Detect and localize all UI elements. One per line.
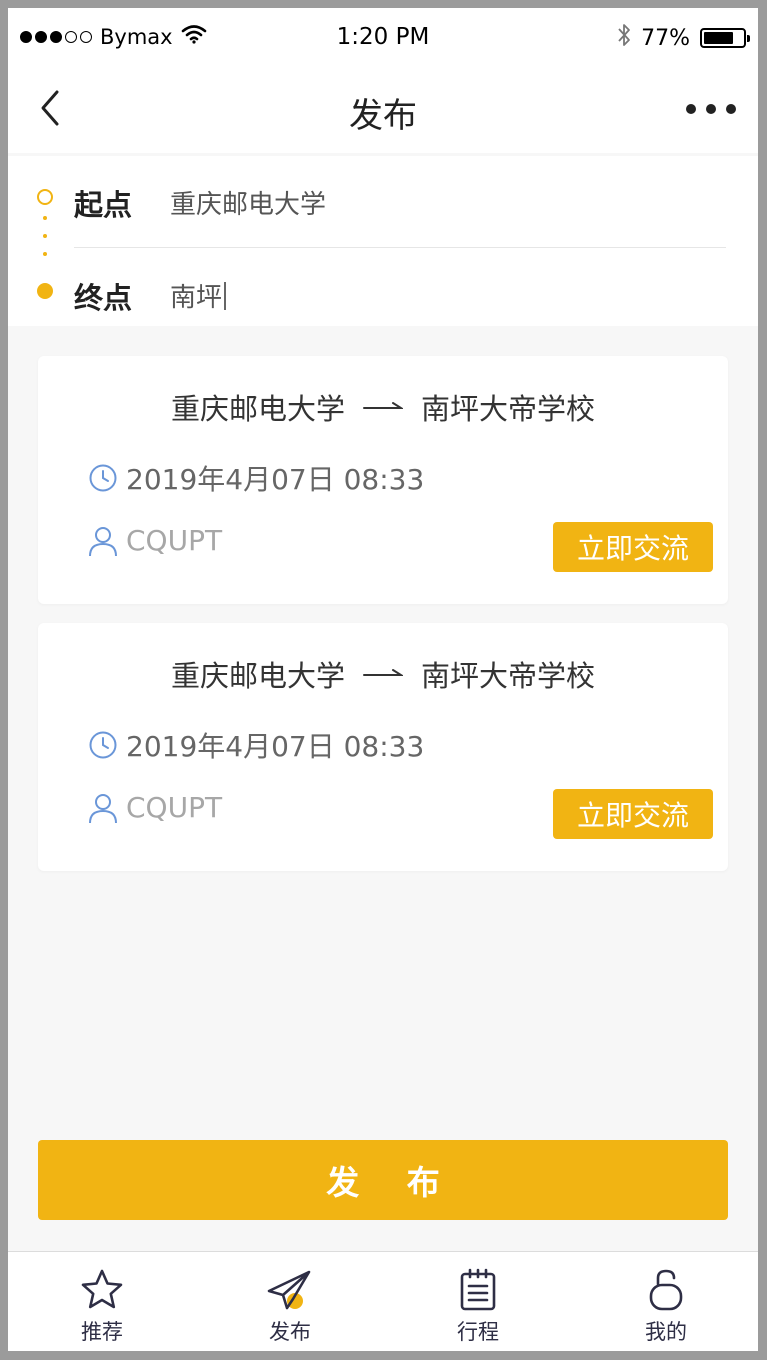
start-input[interactable]: 重庆邮电大学 [170,184,710,221]
user-icon [88,792,118,824]
tab-mine[interactable]: 我的 [572,1252,758,1351]
trip-card: 重庆邮电大学 南坪大帝学校 2019年4月07日 08:33 CQUPT 立即交… [38,356,728,604]
end-label: 终点 [74,281,133,315]
user-name: CQUPT [126,791,223,824]
arrow-right-icon [363,667,403,681]
end-input-value: 南坪 [170,283,223,313]
card-user: CQUPT [88,524,222,557]
paper-plane-icon [196,1268,384,1312]
page-title: 发布 [349,96,417,136]
more-button[interactable] [686,94,736,124]
arrow-right-icon [363,400,403,414]
nav-bar: 发布 [8,68,758,153]
route-from: 重庆邮电大学 [170,659,345,693]
tab-recommend[interactable]: 推荐 [8,1252,196,1351]
user-icon [572,1268,758,1312]
route-form: 起点 重庆邮电大学 终点 南坪 [8,156,758,326]
clock-icon [88,463,118,493]
card-time: 2019年4月07日 08:33 [88,725,424,765]
card-route: 重庆邮电大学 南坪大帝学校 [38,386,728,428]
chat-now-button[interactable]: 立即交流 [553,522,713,572]
start-label: 起点 [74,188,133,222]
trip-time: 2019年4月07日 08:33 [126,463,425,496]
user-icon [88,525,118,557]
status-right: 77% [617,22,750,54]
trip-card: 重庆邮电大学 南坪大帝学校 2019年4月07日 08:33 CQUPT 立即交… [38,623,728,871]
notepad-icon [384,1268,572,1312]
chat-now-button[interactable]: 立即交流 [553,789,713,839]
tab-trips[interactable]: 行程 [384,1252,572,1351]
card-user: CQUPT [88,791,222,824]
card-time: 2019年4月07日 08:33 [88,458,424,498]
end-point-icon [37,283,53,299]
star-icon [8,1268,196,1312]
text-caret [224,282,227,310]
route-to: 南坪大帝学校 [421,392,596,426]
phone-screen: Bymax 1:20 PM 77% 发布 起点 重庆邮电大学 终点 南坪 重庆邮… [8,8,758,1351]
tab-bar: 推荐 发布 行程 我的 [8,1251,758,1351]
end-input[interactable]: 南坪 [170,277,710,314]
route-to: 南坪大帝学校 [421,659,596,693]
tab-label: 行程 [457,1320,499,1344]
end-row: 终点 南坪 [8,241,758,326]
user-name: CQUPT [126,524,223,557]
tab-label: 发布 [269,1320,311,1344]
battery-percent: 77% [641,25,690,51]
bluetooth-icon [617,22,631,54]
clock-icon [88,730,118,760]
start-point-icon [37,189,53,205]
status-bar: Bymax 1:20 PM 77% [8,8,758,68]
card-route: 重庆邮电大学 南坪大帝学校 [38,653,728,695]
tab-label: 推荐 [81,1320,123,1344]
publish-button[interactable]: 发 布 [38,1140,728,1220]
trip-time: 2019年4月07日 08:33 [126,730,425,763]
route-from: 重庆邮电大学 [170,392,345,426]
battery-icon [700,28,750,48]
more-dots-icon [686,104,736,114]
start-row: 起点 重庆邮电大学 [8,156,758,241]
tab-publish[interactable]: 发布 [196,1252,384,1351]
tab-label: 我的 [645,1320,687,1344]
